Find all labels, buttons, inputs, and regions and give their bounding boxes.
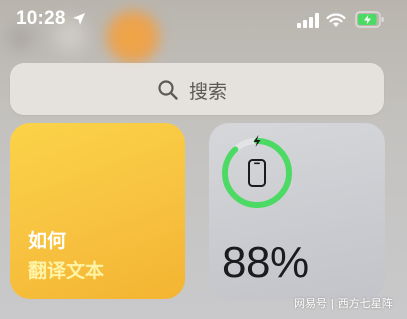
cellular-signal-icon: [297, 13, 319, 28]
battery-ring: [222, 135, 292, 208]
location-arrow-icon: [73, 13, 85, 25]
charging-bolt-icon: [253, 135, 261, 147]
wifi-icon: [326, 13, 346, 27]
translate-widget-title: 如何: [28, 230, 67, 252]
battery-charging-icon: [355, 11, 384, 28]
status-time: 10:28: [16, 8, 66, 29]
iphone-icon: [248, 159, 266, 187]
search-icon: [158, 80, 178, 100]
translate-widget-subtitle: 翻译文本: [28, 260, 105, 282]
battery-percent: 88%: [222, 238, 309, 287]
status-bar: 10:28: [0, 0, 407, 40]
watermark: 网易号 | 西方七星阵: [294, 297, 393, 310]
battery-level-ring: [222, 138, 292, 208]
search-placeholder[interactable]: 搜索: [189, 77, 227, 104]
